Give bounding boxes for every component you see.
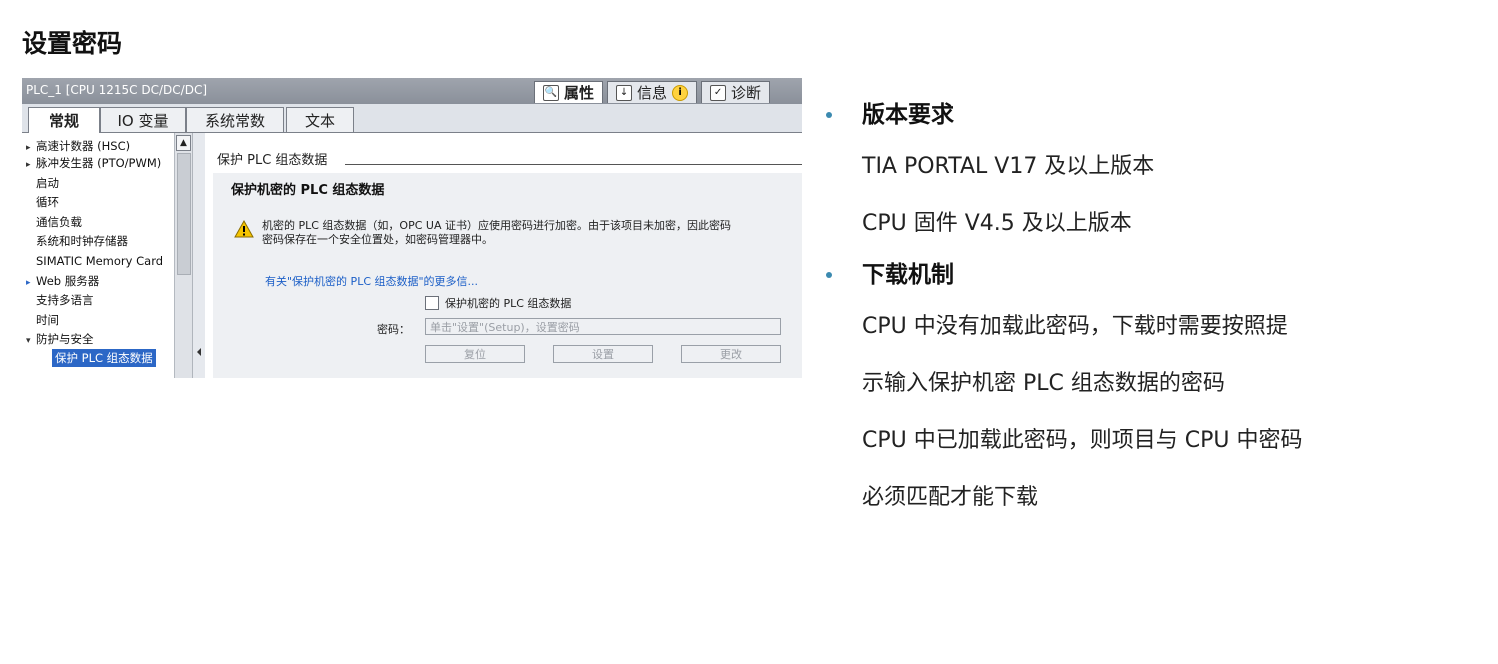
bullet-title: 下载机制: [826, 252, 1476, 298]
tab-properties-label: 属性: [564, 84, 595, 102]
nav-item-protect-plc-config[interactable]: 保护 PLC 组态数据: [52, 349, 156, 367]
change-button[interactable]: 更改: [681, 345, 781, 363]
property-tabs: 常规 IO 变量 系统常数 文本: [22, 104, 802, 133]
bullet-title: 版本要求: [826, 92, 1476, 138]
inspector-tabs: 🔍 属性 ↓ 信息 i ✓ 诊断: [534, 81, 771, 104]
tab-properties[interactable]: 🔍 属性: [534, 81, 604, 103]
bullet-line: CPU 固件 V4.5 及以上版本: [862, 211, 1132, 236]
protect-checkbox-row[interactable]: 保护机密的 PLC 组态数据: [425, 295, 571, 311]
nav-item-memory-card[interactable]: SIMATIC Memory Card: [26, 252, 163, 270]
bullet-line: TIA PORTAL V17 及以上版本: [862, 154, 1155, 179]
bullet-title-text: 下载机制: [862, 262, 954, 288]
nav-item-label: 启动: [36, 176, 59, 190]
nav-scrollbar[interactable]: ▲: [174, 133, 192, 378]
bullet-line: 示输入保护机密 PLC 组态数据的密码: [862, 371, 1225, 396]
bullet-title-text: 版本要求: [862, 102, 954, 128]
nav-item-label: 循环: [36, 195, 59, 209]
bullet-icon: [826, 272, 832, 278]
properties-icon: 🔍: [543, 84, 559, 101]
more-info-link[interactable]: 有关"保护机密的 PLC 组态数据"的更多信...: [265, 273, 478, 289]
version-requirements: 版本要求 TIA PORTAL V17 及以上版本 CPU 固件 V4.5 及以…: [826, 92, 1476, 252]
reset-button[interactable]: 复位: [425, 345, 525, 363]
nav-item-label: 时间: [36, 313, 59, 327]
nav-item-system-clock-memory[interactable]: 系统和时钟存储器: [26, 232, 128, 250]
nav-item-label: 支持多语言: [36, 293, 94, 307]
set-button[interactable]: 设置: [553, 345, 653, 363]
protect-config-panel: 保护机密的 PLC 组态数据 机密的 PLC 组态数据（如，OPC UA 证书）…: [213, 173, 802, 378]
panel-title: 保护机密的 PLC 组态数据: [231, 183, 385, 198]
content-pane: 保护 PLC 组态数据 保护机密的 PLC 组态数据 机密的 PLC 组态数据（…: [205, 133, 802, 378]
bullet-line: CPU 中已加载此密码，则项目与 CPU 中密码: [862, 428, 1303, 453]
nav-item-pulse-generators[interactable]: ▸ 脉冲发生器 (PTO/PWM): [26, 154, 161, 172]
password-label: 密码：: [377, 323, 410, 336]
divider: [345, 164, 802, 165]
nav-item-label: 通信负载: [36, 215, 82, 229]
collapse-arrow-icon[interactable]: ▾: [26, 332, 36, 350]
protect-checkbox-label: 保护机密的 PLC 组态数据: [445, 297, 572, 310]
tab-general[interactable]: 常规: [28, 107, 100, 133]
tab-texts[interactable]: 文本: [286, 107, 354, 132]
tab-info-label: 信息: [637, 84, 668, 102]
nav-item-label: 高速计数器 (HSC): [36, 139, 131, 153]
tab-diagnostics-label: 诊断: [731, 84, 762, 102]
info-list-icon: ↓: [616, 84, 633, 101]
nav-item-label: 脉冲发生器 (PTO/PWM): [36, 156, 162, 170]
nav-item-web-server[interactable]: ▸ Web 服务器: [26, 272, 99, 290]
nav-item-hsc[interactable]: ▸ 高速计数器 (HSC): [26, 137, 130, 155]
nav-item-startup[interactable]: 启动: [26, 174, 59, 192]
bullet-icon: [826, 112, 832, 118]
tab-io-tags[interactable]: IO 变量: [100, 107, 186, 132]
tab-diagnostics[interactable]: ✓ 诊断: [701, 81, 771, 103]
collapse-left-icon[interactable]: [197, 348, 201, 356]
nav-item-label: 防护与安全: [36, 332, 94, 346]
download-mechanism: 下载机制 CPU 中没有加载此密码，下载时需要按照提 示输入保护机密 PLC 组…: [826, 252, 1476, 526]
scroll-up-icon[interactable]: ▲: [176, 135, 191, 151]
expand-arrow-icon[interactable]: ▸: [26, 274, 36, 292]
window-titlebar: PLC_1 [CPU 1215C DC/DC/DC] 🔍 属性 ↓ 信息 i ✓…: [22, 78, 802, 104]
window-title: PLC_1 [CPU 1215C DC/DC/DC]: [26, 83, 208, 97]
scroll-thumb[interactable]: [177, 153, 191, 275]
password-field[interactable]: 单击"设置"(Setup)，设置密码: [425, 318, 781, 335]
section-header: 保护 PLC 组态数据: [217, 153, 328, 168]
warning-line-1: 机密的 PLC 组态数据（如，OPC UA 证书）应使用密码进行加密。由于该项目…: [262, 219, 731, 232]
nav-item-label: Web 服务器: [36, 274, 100, 288]
pane-splitter[interactable]: [192, 133, 206, 378]
bullet-line: CPU 中没有加载此密码，下载时需要按照提: [862, 314, 1288, 339]
nav-item-label: 系统和时钟存储器: [36, 234, 128, 248]
protect-checkbox[interactable]: [425, 296, 439, 310]
nav-item-label: SIMATIC Memory Card: [36, 254, 164, 268]
requirements-list: 版本要求 TIA PORTAL V17 及以上版本 CPU 固件 V4.5 及以…: [826, 92, 1476, 526]
slide-title: 设置密码: [22, 29, 123, 58]
nav-item-cycle[interactable]: 循环: [26, 193, 59, 211]
diagnostics-icon: ✓: [710, 84, 727, 101]
nav-item-time[interactable]: 时间: [26, 311, 59, 329]
nav-tree: ▸ 高速计数器 (HSC) ▸ 脉冲发生器 (PTO/PWM) 启动 循环 通信负载…: [22, 133, 175, 378]
nav-item-protection-security[interactable]: ▾ 防护与安全: [26, 330, 94, 348]
nav-item-label: 保护 PLC 组态数据: [55, 351, 153, 365]
tab-info[interactable]: ↓ 信息 i: [607, 81, 698, 103]
tia-properties-window: PLC_1 [CPU 1215C DC/DC/DC] 🔍 属性 ↓ 信息 i ✓…: [22, 78, 802, 378]
bullet-line: 必须匹配才能下载: [862, 485, 1039, 510]
warning-text: 机密的 PLC 组态数据（如，OPC UA 证书）应使用密码进行加密。由于该项目…: [262, 219, 802, 247]
tab-system-constants[interactable]: 系统常数: [186, 107, 284, 132]
nav-item-comm-load[interactable]: 通信负载: [26, 213, 82, 231]
warning-icon: [234, 220, 254, 238]
expand-arrow-icon[interactable]: ▸: [26, 156, 36, 174]
warning-line-2: 密码保存在一个安全位置处，如密码管理器中。: [262, 233, 493, 246]
nav-item-multilingual[interactable]: 支持多语言: [26, 291, 94, 309]
info-icon: i: [672, 84, 689, 101]
